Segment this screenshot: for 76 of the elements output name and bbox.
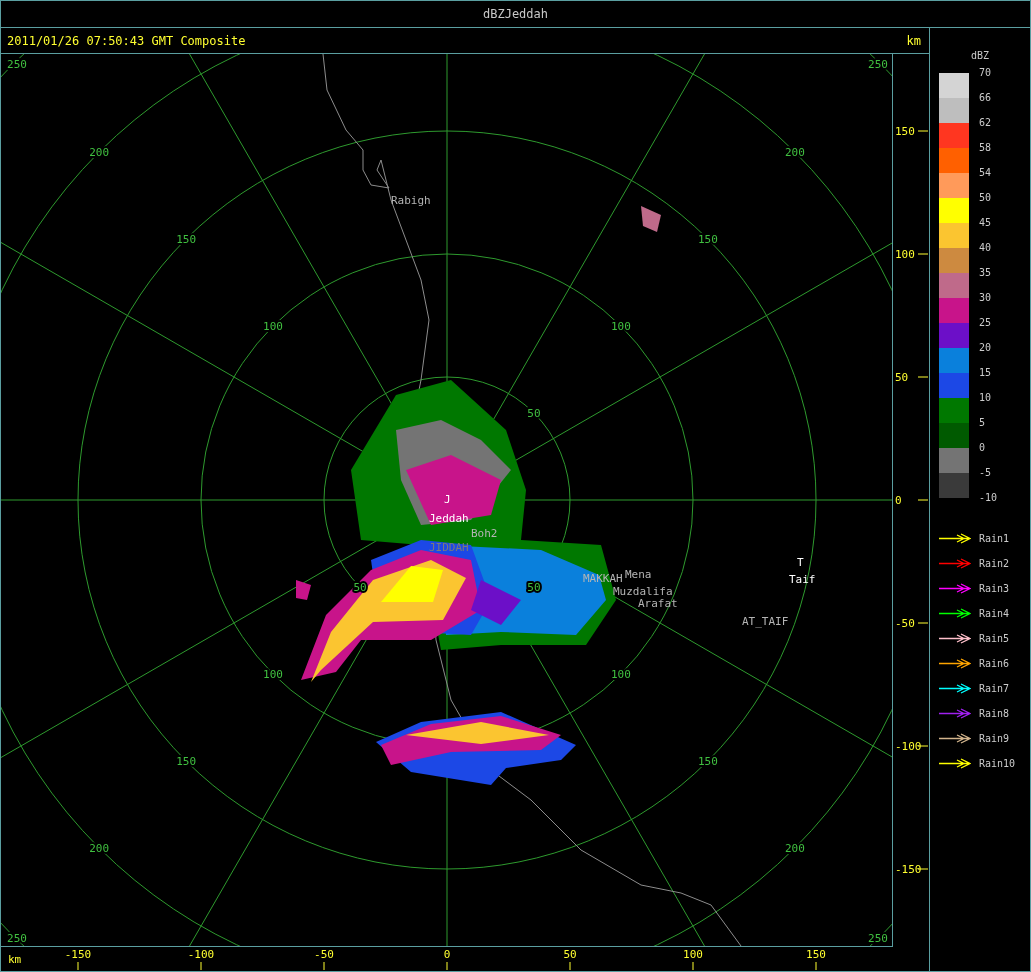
track-label: Rain6 — [979, 658, 1010, 669]
x-axis-tick-label: -100 — [187, 948, 215, 961]
place-label: AT_TAIF — [742, 615, 789, 628]
x-axis-tick-label: -150 — [64, 948, 92, 961]
range-ring-label: 100 — [611, 320, 631, 334]
x-axis-tick-label: 100 — [683, 948, 703, 961]
y-axis-tick-label: -100 — [895, 740, 922, 753]
place-label: MAKKAH — [583, 572, 623, 585]
track-label: Rain1 — [979, 533, 1010, 544]
scale-value-label: -5 — [979, 466, 993, 480]
range-ring-label: 250 — [868, 932, 888, 945]
track-label: Rain10 — [979, 758, 1016, 769]
scale-value-label: 20 — [979, 341, 993, 355]
place-label: Taif — [789, 573, 816, 586]
range-ring-label: 200 — [89, 146, 110, 160]
scale-value-label: 62 — [979, 116, 993, 130]
track-label: Rain3 — [979, 583, 1010, 594]
scale-value-label: 0 — [979, 441, 987, 455]
x-axis-tick-label: 150 — [806, 948, 826, 961]
track-label: Rain9 — [979, 733, 1010, 744]
scale-value-label: 15 — [979, 366, 993, 380]
x-axis-tick-label: 0 — [443, 948, 451, 961]
y-axis-tick-label: -50 — [895, 617, 915, 630]
scale-value-label: 54 — [979, 166, 993, 180]
scale-value-label: 66 — [979, 91, 993, 105]
place-label: T — [797, 556, 804, 569]
range-ring-label: 200 — [784, 841, 805, 855]
range-ring-label: 100 — [263, 667, 283, 681]
place-label: Jeddah — [429, 512, 469, 525]
range-ring-label: 50 — [353, 580, 367, 594]
place-label: Rabigh — [391, 194, 431, 207]
scale-value-label: 45 — [979, 216, 993, 230]
range-ring-label: 150 — [176, 754, 196, 768]
track-label: Rain5 — [979, 633, 1010, 644]
track-label: Rain4 — [979, 608, 1010, 619]
y-axis-tick-label: 50 — [895, 371, 909, 384]
range-ring-label: 50 — [527, 407, 541, 421]
scale-value-label: 58 — [979, 141, 993, 155]
scale-value-label: -10 — [979, 491, 998, 505]
scale-value-label: 40 — [979, 241, 993, 255]
y-axis-tick-label: 0 — [895, 494, 902, 507]
place-label: Mena — [625, 568, 652, 581]
range-ring-label: 200 — [784, 146, 805, 160]
range-ring-label: 100 — [611, 667, 631, 681]
x-axis-unit: km — [8, 953, 22, 966]
y-axis-unit: km — [906, 33, 921, 48]
place-label: J — [444, 493, 451, 506]
track-label: Rain7 — [979, 683, 1010, 694]
range-ring-label: 250 — [7, 58, 27, 71]
timestamp-label: 2011/01/26 07:50:43 GMT Composite — [7, 33, 246, 48]
scale-value-label: 50 — [979, 191, 993, 205]
y-axis-tick-label: -150 — [895, 863, 922, 876]
place-label: Muzdalifa — [613, 585, 673, 598]
place-label: Boh2 — [471, 527, 498, 540]
scale-value-label: 30 — [979, 291, 993, 305]
y-axis-tick-label: 100 — [895, 248, 915, 261]
x-axis-tick-label: -50 — [314, 948, 334, 961]
range-ring-label: 200 — [89, 841, 110, 855]
place-label: Arafat — [638, 597, 678, 610]
track-label: Rain8 — [979, 708, 1010, 719]
scale-value-label: 25 — [979, 316, 993, 330]
x-axis-tick-label: 50 — [563, 948, 577, 961]
scale-value-label: 5 — [979, 416, 987, 430]
place-label: JIDDAH — [429, 541, 469, 554]
range-ring-label: 150 — [698, 754, 718, 768]
range-ring-label: 250 — [7, 932, 27, 945]
scale-value-label: 70 — [979, 66, 993, 80]
range-ring-label: 100 — [263, 320, 283, 334]
y-axis-tick-label: 150 — [895, 125, 915, 138]
track-label: Rain2 — [979, 558, 1010, 569]
window-title: dBZJeddah — [1, 1, 1030, 28]
legend-title: dBZ — [971, 50, 990, 61]
range-ring-label: 50 — [527, 580, 541, 594]
scale-value-label: 35 — [979, 266, 993, 280]
scale-value-label: 10 — [979, 391, 993, 405]
range-ring-label: 250 — [868, 58, 888, 71]
